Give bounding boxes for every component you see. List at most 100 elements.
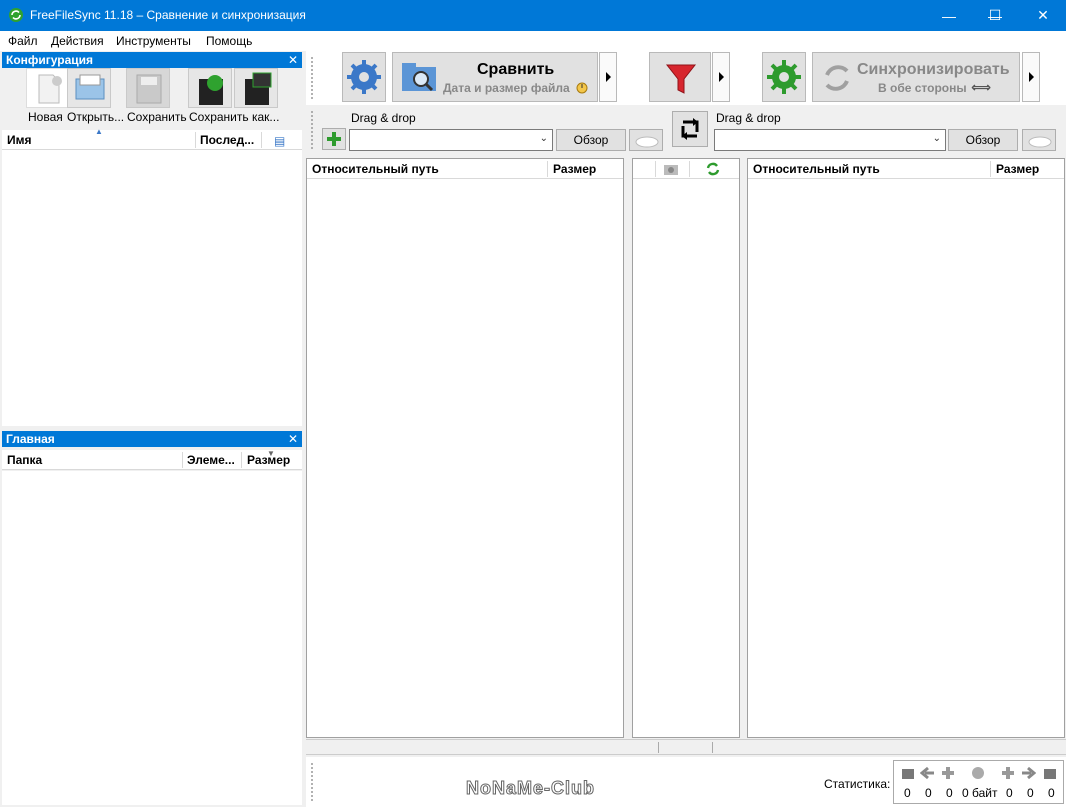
toolbar-grip[interactable] bbox=[310, 56, 314, 100]
bottom-grip[interactable] bbox=[310, 762, 314, 802]
sync-dropdown-button[interactable] bbox=[1022, 52, 1040, 102]
left-folder-input[interactable]: ⌄ bbox=[349, 129, 553, 151]
menu-tools[interactable]: Инструменты bbox=[116, 34, 191, 48]
new-config-label: Новая bbox=[28, 110, 63, 124]
config-list[interactable] bbox=[2, 150, 302, 426]
main-panel-header: Главная ✕ bbox=[2, 431, 302, 447]
cloud-icon bbox=[635, 136, 659, 148]
sort-asc-icon: ▲ bbox=[95, 127, 103, 136]
two-way-arrow-icon: ⟺ bbox=[971, 79, 992, 95]
compare-title: Сравнить bbox=[477, 61, 555, 78]
save-as-icon bbox=[199, 75, 223, 105]
stat-delete-right: 0 bbox=[1048, 786, 1055, 800]
col-divider bbox=[241, 452, 242, 468]
statistics-label: Статистика: bbox=[824, 777, 891, 791]
sync-title: Синхронизировать bbox=[857, 61, 1010, 78]
filter-dropdown-button[interactable] bbox=[712, 52, 730, 102]
left-browse-button[interactable]: Обзор bbox=[556, 129, 626, 151]
config-list-header: Имя ▲ Послед... ▤ bbox=[2, 127, 302, 151]
save-as-config-button[interactable] bbox=[188, 68, 232, 108]
filter-funnel-icon bbox=[665, 64, 697, 94]
save-config-button[interactable] bbox=[126, 68, 170, 108]
col-items[interactable]: Элеме... bbox=[187, 450, 235, 470]
add-folder-pair-button[interactable] bbox=[322, 128, 346, 150]
column-options-icon[interactable]: ▤ bbox=[274, 131, 285, 151]
open-config-button[interactable] bbox=[67, 68, 111, 108]
right-file-grid[interactable] bbox=[747, 158, 1065, 738]
right-col-relative-path[interactable]: Относительный путь bbox=[753, 159, 880, 179]
swap-sides-button[interactable] bbox=[672, 111, 708, 147]
statistics-panel: 0 0 0 0 байт 0 0 0 bbox=[893, 760, 1064, 804]
blue-gear-icon bbox=[347, 60, 381, 94]
col-name[interactable]: Имя bbox=[7, 130, 32, 150]
config-panel-close-button[interactable]: ✕ bbox=[288, 52, 298, 68]
right-grid-header: Относительный путь Размер bbox=[748, 159, 1064, 179]
right-cloud-button[interactable] bbox=[1022, 129, 1056, 151]
right-drag-drop-label: Drag & drop bbox=[716, 111, 781, 125]
delete-left-icon bbox=[902, 769, 914, 779]
left-drag-drop-label: Drag & drop bbox=[351, 111, 416, 125]
right-col-size[interactable]: Размер bbox=[996, 159, 1039, 179]
stat-update-right: 0 bbox=[1027, 786, 1034, 800]
col-divider bbox=[261, 132, 262, 148]
save-as-config-label: Сохранить как... bbox=[189, 110, 280, 124]
menu-help[interactable]: Помощь bbox=[206, 34, 252, 48]
compare-dropdown-button[interactable] bbox=[599, 52, 617, 102]
create-left-icon bbox=[942, 767, 954, 779]
new-file-icon bbox=[38, 74, 62, 104]
camera-icon[interactable] bbox=[663, 162, 679, 176]
stat-delete-left: 0 bbox=[904, 786, 911, 800]
save-batch-icon bbox=[245, 72, 272, 105]
left-col-size[interactable]: Размер bbox=[553, 159, 596, 179]
left-file-grid[interactable] bbox=[306, 158, 624, 738]
compare-button[interactable]: Сравнить Дата и размер файла bbox=[392, 52, 598, 102]
col-divider bbox=[182, 452, 183, 468]
chevron-down-icon: ⌄ bbox=[539, 133, 548, 144]
save-batch-button[interactable] bbox=[234, 68, 278, 108]
close-window-button[interactable]: ✕ bbox=[1020, 0, 1066, 31]
col-divider bbox=[689, 161, 690, 177]
right-browse-button[interactable]: Обзор bbox=[948, 129, 1018, 151]
minimize-window-button[interactable]: — bbox=[926, 0, 972, 31]
compare-settings-button[interactable] bbox=[342, 52, 386, 102]
folder-row-grip[interactable] bbox=[310, 110, 314, 150]
status-strip bbox=[306, 739, 1066, 755]
maximize-window-button[interactable]: ☐ bbox=[972, 0, 1018, 31]
new-config-button[interactable] bbox=[26, 68, 70, 108]
menu-bar: Файл Действия Инструменты Помощь bbox=[0, 31, 1066, 51]
col-folder[interactable]: Папка bbox=[7, 450, 42, 470]
sync-subtitle: В обе стороны bbox=[878, 81, 967, 95]
left-grid-header: Относительный путь Размер bbox=[307, 159, 623, 179]
left-cloud-button[interactable] bbox=[629, 129, 663, 151]
status-divider bbox=[658, 742, 659, 753]
middle-action-grid[interactable] bbox=[632, 158, 740, 738]
menu-actions[interactable]: Действия bbox=[51, 34, 104, 48]
stat-bytes: 0 байт bbox=[962, 786, 998, 800]
sync-settings-button[interactable] bbox=[762, 52, 806, 102]
open-icon bbox=[75, 74, 105, 100]
col-last-sync[interactable]: Послед... bbox=[200, 130, 254, 150]
col-divider bbox=[547, 161, 548, 177]
main-panel-close-button[interactable]: ✕ bbox=[288, 431, 298, 447]
window-title: FreeFileSync 11.18 – Сравнение и синхрон… bbox=[30, 8, 306, 22]
col-divider bbox=[990, 161, 991, 177]
overview-list[interactable] bbox=[2, 471, 302, 805]
config-panel-title: Конфигурация bbox=[6, 53, 94, 67]
stat-create-right: 0 bbox=[1006, 786, 1013, 800]
menu-file[interactable]: Файл bbox=[8, 34, 38, 48]
middle-grid-header bbox=[633, 159, 739, 179]
left-col-relative-path[interactable]: Относительный путь bbox=[312, 159, 439, 179]
cloud-icon bbox=[1028, 136, 1052, 148]
swap-icon bbox=[681, 118, 699, 140]
green-sync-icon[interactable] bbox=[705, 161, 721, 177]
config-panel-header: Конфигурация ✕ bbox=[2, 52, 302, 68]
watermark: NoNaMe-Club bbox=[466, 778, 595, 799]
synchronize-button[interactable]: Синхронизировать В обе стороны ⟺ bbox=[812, 52, 1020, 102]
save-icon bbox=[136, 74, 162, 104]
compare-subtitle: Дата и размер файла bbox=[443, 81, 570, 95]
title-bar: FreeFileSync 11.18 – Сравнение и синхрон… bbox=[0, 0, 1066, 31]
stat-update-left: 0 bbox=[925, 786, 932, 800]
clock-icon bbox=[576, 82, 588, 94]
right-folder-input[interactable]: ⌄ bbox=[714, 129, 946, 151]
filter-button[interactable] bbox=[649, 52, 711, 102]
